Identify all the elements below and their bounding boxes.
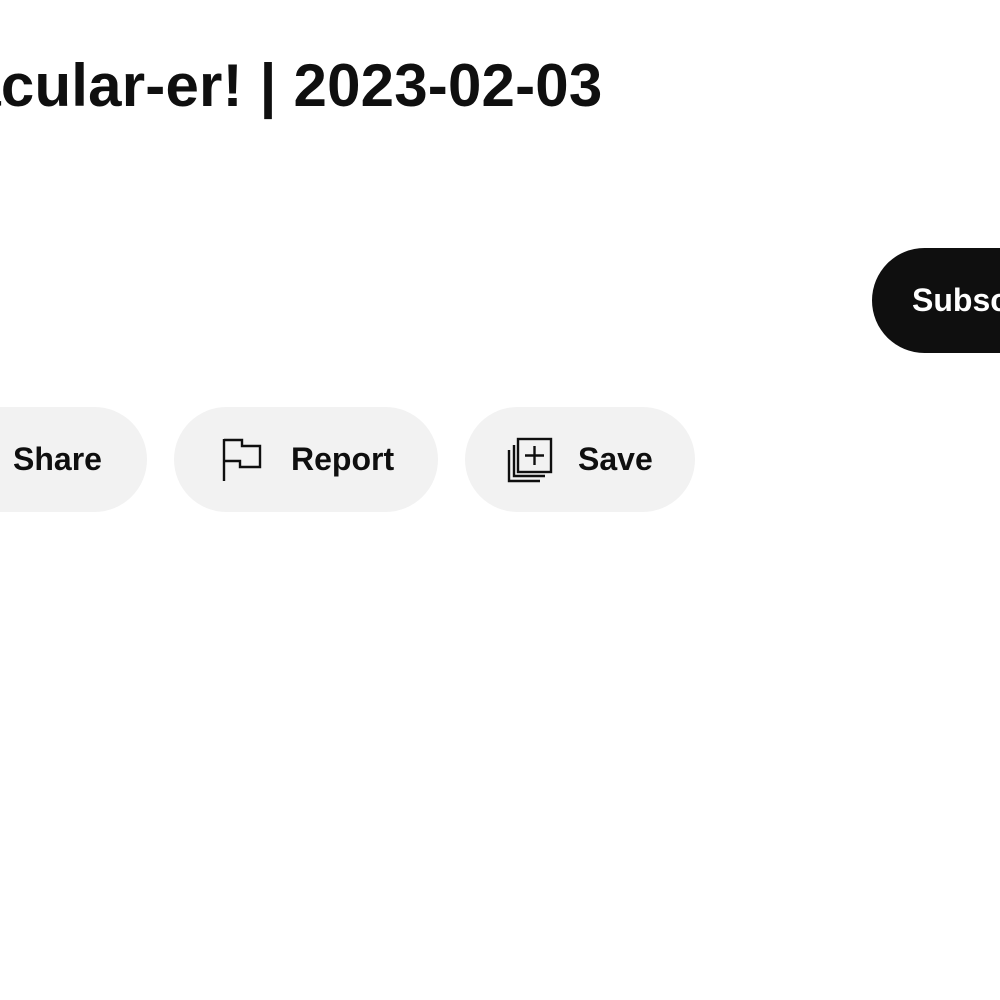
subscribe-button[interactable]: Subsc xyxy=(872,248,1000,353)
share-label: Share xyxy=(13,441,102,477)
share-button[interactable]: Share xyxy=(0,407,147,512)
video-details-page: ectacular-er! | 2023-02-03 Subsc Share R… xyxy=(0,0,1000,1000)
save-label: Save xyxy=(578,441,653,477)
report-button[interactable]: Report xyxy=(174,407,438,512)
video-title: ectacular-er! | 2023-02-03 xyxy=(0,52,603,119)
save-button[interactable]: Save xyxy=(465,407,695,512)
playlist-add-icon xyxy=(507,437,553,483)
report-label: Report xyxy=(291,441,395,477)
flag-icon xyxy=(220,437,266,483)
